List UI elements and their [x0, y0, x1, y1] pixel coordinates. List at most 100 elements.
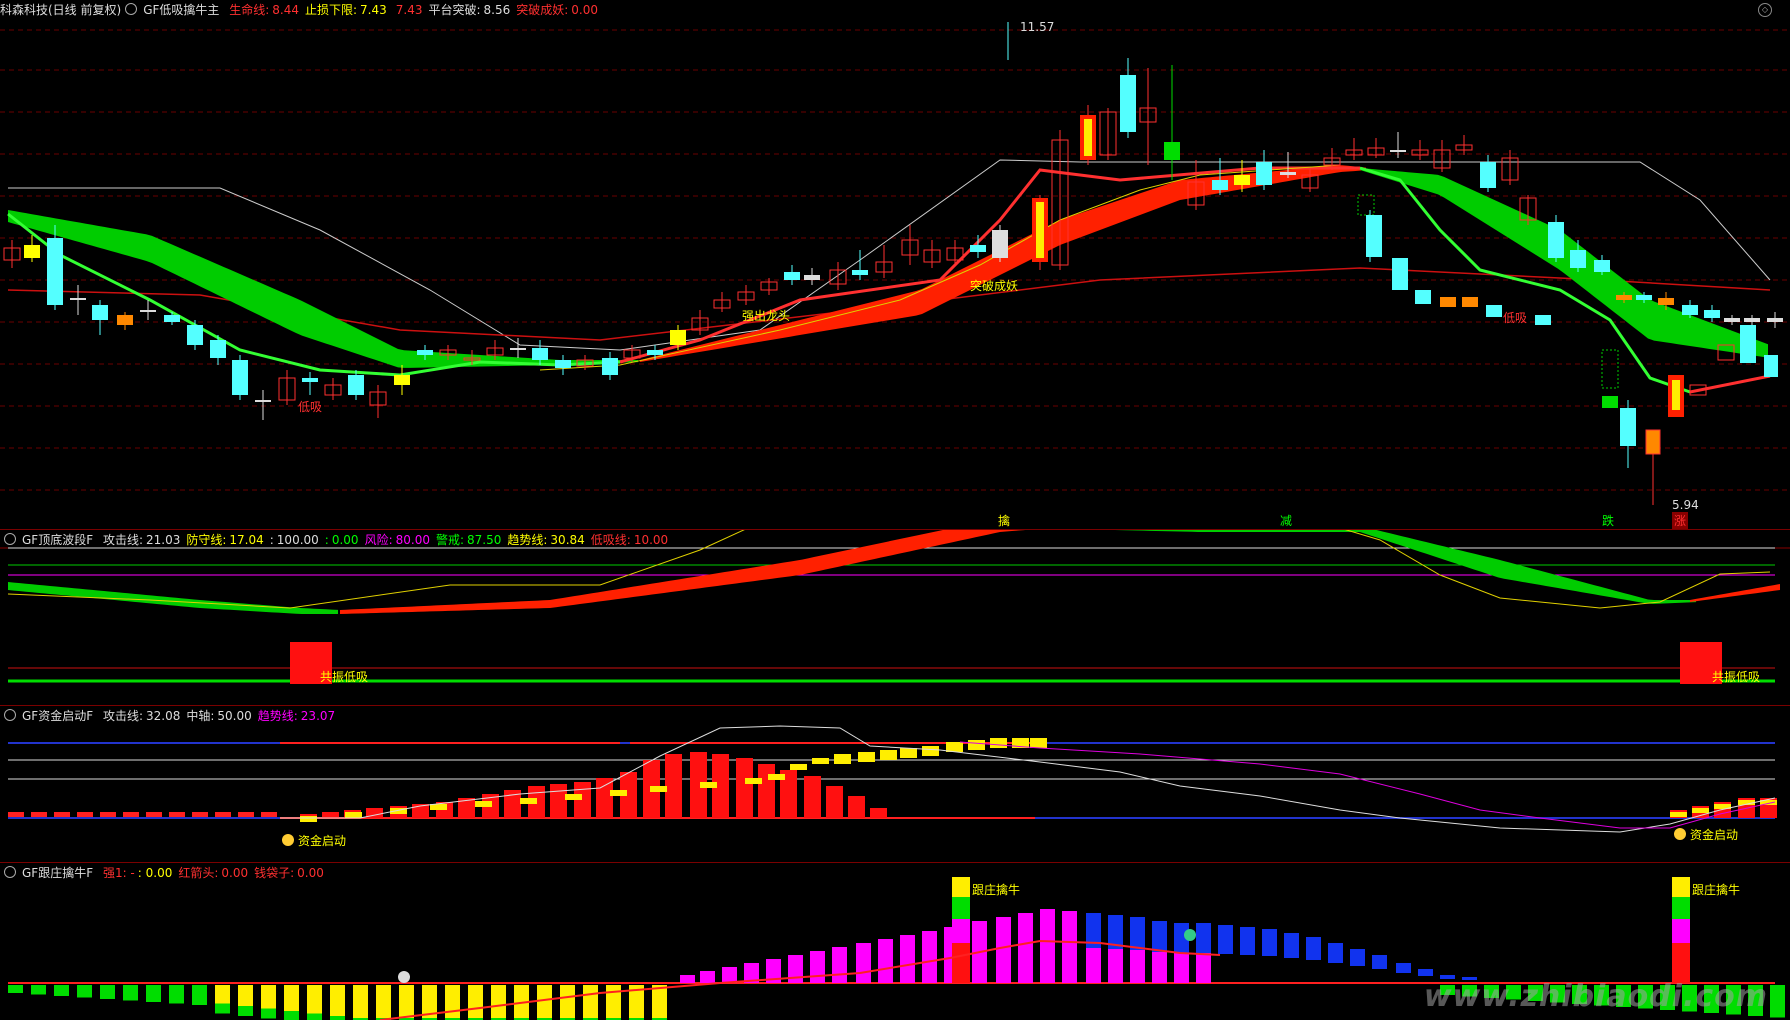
- candle-body: [1704, 310, 1720, 318]
- follow-bar: [1418, 969, 1433, 976]
- capital-step: [880, 750, 897, 760]
- main-price-panel[interactable]: 科森科技(日线 前复权) GF低吸擒牛主 生命线: 8.44 止损下限: 7.43 7.4…: [0, 0, 1790, 529]
- capital-bar: [736, 758, 753, 818]
- candle-body: [1392, 258, 1408, 290]
- follow-bar: [606, 985, 621, 1018]
- follow-bar: [1396, 963, 1411, 973]
- signal-bar: [952, 919, 970, 943]
- follow-bar: [1130, 917, 1145, 950]
- follow-bar: [261, 985, 276, 1009]
- follow-indicator-panel[interactable]: GF跟庄擒牛F 强1: -: 0.00 红箭头: 0.00 钱袋子: 0.00 跟庄擒牛…: [0, 863, 1790, 1020]
- capital-step: [345, 812, 362, 818]
- low-price-label: 5.94: [1672, 498, 1699, 512]
- candle-body: [647, 350, 663, 355]
- capital-step: [768, 774, 785, 780]
- follow-bar: [1218, 925, 1233, 954]
- candle-body: [1682, 305, 1698, 315]
- capital-bar: [100, 812, 116, 817]
- money-bag-icon: [282, 834, 294, 846]
- candle-body: [417, 350, 433, 355]
- follow-bar: [1284, 933, 1299, 958]
- signal-bar: [1672, 877, 1690, 897]
- capital-indicator-panel[interactable]: GF资金启动F 攻击线: 32.08 中轴: 50.00 趋势线: 23.07 资金启动 …: [0, 706, 1790, 862]
- capital-bar: [804, 776, 821, 818]
- candle-body: [47, 238, 63, 305]
- candle-body: [1548, 222, 1564, 258]
- follow-bar: [810, 951, 825, 983]
- candle-body: [1724, 318, 1740, 322]
- follow-bar: [238, 1006, 253, 1016]
- candle-body: [24, 245, 40, 258]
- candle-body: [1256, 162, 1272, 185]
- money-bag-icon: [398, 971, 410, 983]
- candle-body: [970, 245, 986, 252]
- capital-bar: [215, 812, 231, 817]
- capital-step: [610, 790, 627, 796]
- follow-bar: [123, 985, 138, 1001]
- capital-step: [300, 816, 317, 822]
- wave-band-tail: [1690, 584, 1780, 602]
- follow-bar: [307, 985, 322, 1014]
- signal-bar: [1672, 897, 1690, 919]
- capital-step: [1670, 812, 1687, 817]
- candle-body: [784, 272, 800, 280]
- candle-body: [1212, 180, 1228, 190]
- candle-body: [1602, 396, 1618, 408]
- follow-bar: [832, 947, 847, 983]
- candle-body: [1234, 175, 1250, 185]
- follow-bar: [722, 967, 737, 983]
- annotation-low-buy-2: 低吸: [1503, 311, 1528, 325]
- capital-step: [520, 798, 537, 804]
- capital-step: [1030, 738, 1047, 748]
- candle-body: [1440, 297, 1456, 307]
- candle-core: [1036, 202, 1044, 258]
- signal-bar: [1672, 943, 1690, 983]
- candle-body: [394, 375, 410, 385]
- capital-bar: [261, 812, 277, 817]
- follow-bar: [922, 931, 937, 983]
- follow-bar: [1018, 913, 1033, 983]
- candle-body: [1390, 150, 1406, 152]
- candle-body: [1616, 295, 1632, 300]
- follow-bar: [192, 985, 207, 1005]
- wave-indicator-panel[interactable]: GF顶底波段F 攻击线: 21.03 防守线: 17.04:100.00:0.00 风险…: [0, 530, 1790, 705]
- candle-body: [1570, 250, 1586, 268]
- bottom-marker-3: 跌: [1602, 514, 1615, 528]
- candle-body: [1740, 325, 1756, 363]
- capital-trend-line: [959, 741, 1776, 829]
- signal-follow-2: 跟庄擒牛: [1692, 883, 1741, 897]
- price-chart[interactable]: [0, 0, 1790, 529]
- capital-bar: [870, 808, 887, 818]
- candle-body: [1280, 172, 1296, 175]
- follow-bar: [1372, 955, 1387, 969]
- candle-body: [1462, 297, 1478, 307]
- candle-body: [210, 340, 226, 358]
- follow-bar: [1196, 923, 1211, 953]
- follow-bar: [856, 943, 871, 983]
- signal-capital-2: 资金启动: [1690, 828, 1739, 842]
- annotation-strong-leader: 强出龙头: [742, 309, 791, 323]
- capital-bar: [550, 784, 567, 818]
- wave-chart[interactable]: [0, 530, 1790, 705]
- follow-bar: [215, 1003, 230, 1014]
- candle-body: [348, 375, 364, 395]
- follow-bar: [1328, 943, 1343, 963]
- capital-step: [745, 778, 762, 784]
- capital-chart[interactable]: [0, 706, 1790, 862]
- candle-body: [255, 400, 271, 402]
- follow-bar: [1770, 985, 1785, 1018]
- candle-body: [1658, 298, 1674, 305]
- annotation-low-buy: 低吸: [298, 400, 323, 414]
- candle-core: [1084, 119, 1092, 156]
- candle-body: [1164, 142, 1180, 160]
- candle-body: [1594, 260, 1610, 272]
- follow-bar: [77, 985, 92, 998]
- fast-line-tail: [1689, 374, 1771, 394]
- follow-bar: [353, 985, 368, 1018]
- follow-bar: [1306, 937, 1321, 960]
- capital-step: [565, 794, 582, 800]
- capital-bar: [322, 812, 339, 818]
- capital-step: [946, 742, 963, 752]
- follow-bar: [583, 985, 598, 1018]
- follow-bar: [1262, 929, 1277, 956]
